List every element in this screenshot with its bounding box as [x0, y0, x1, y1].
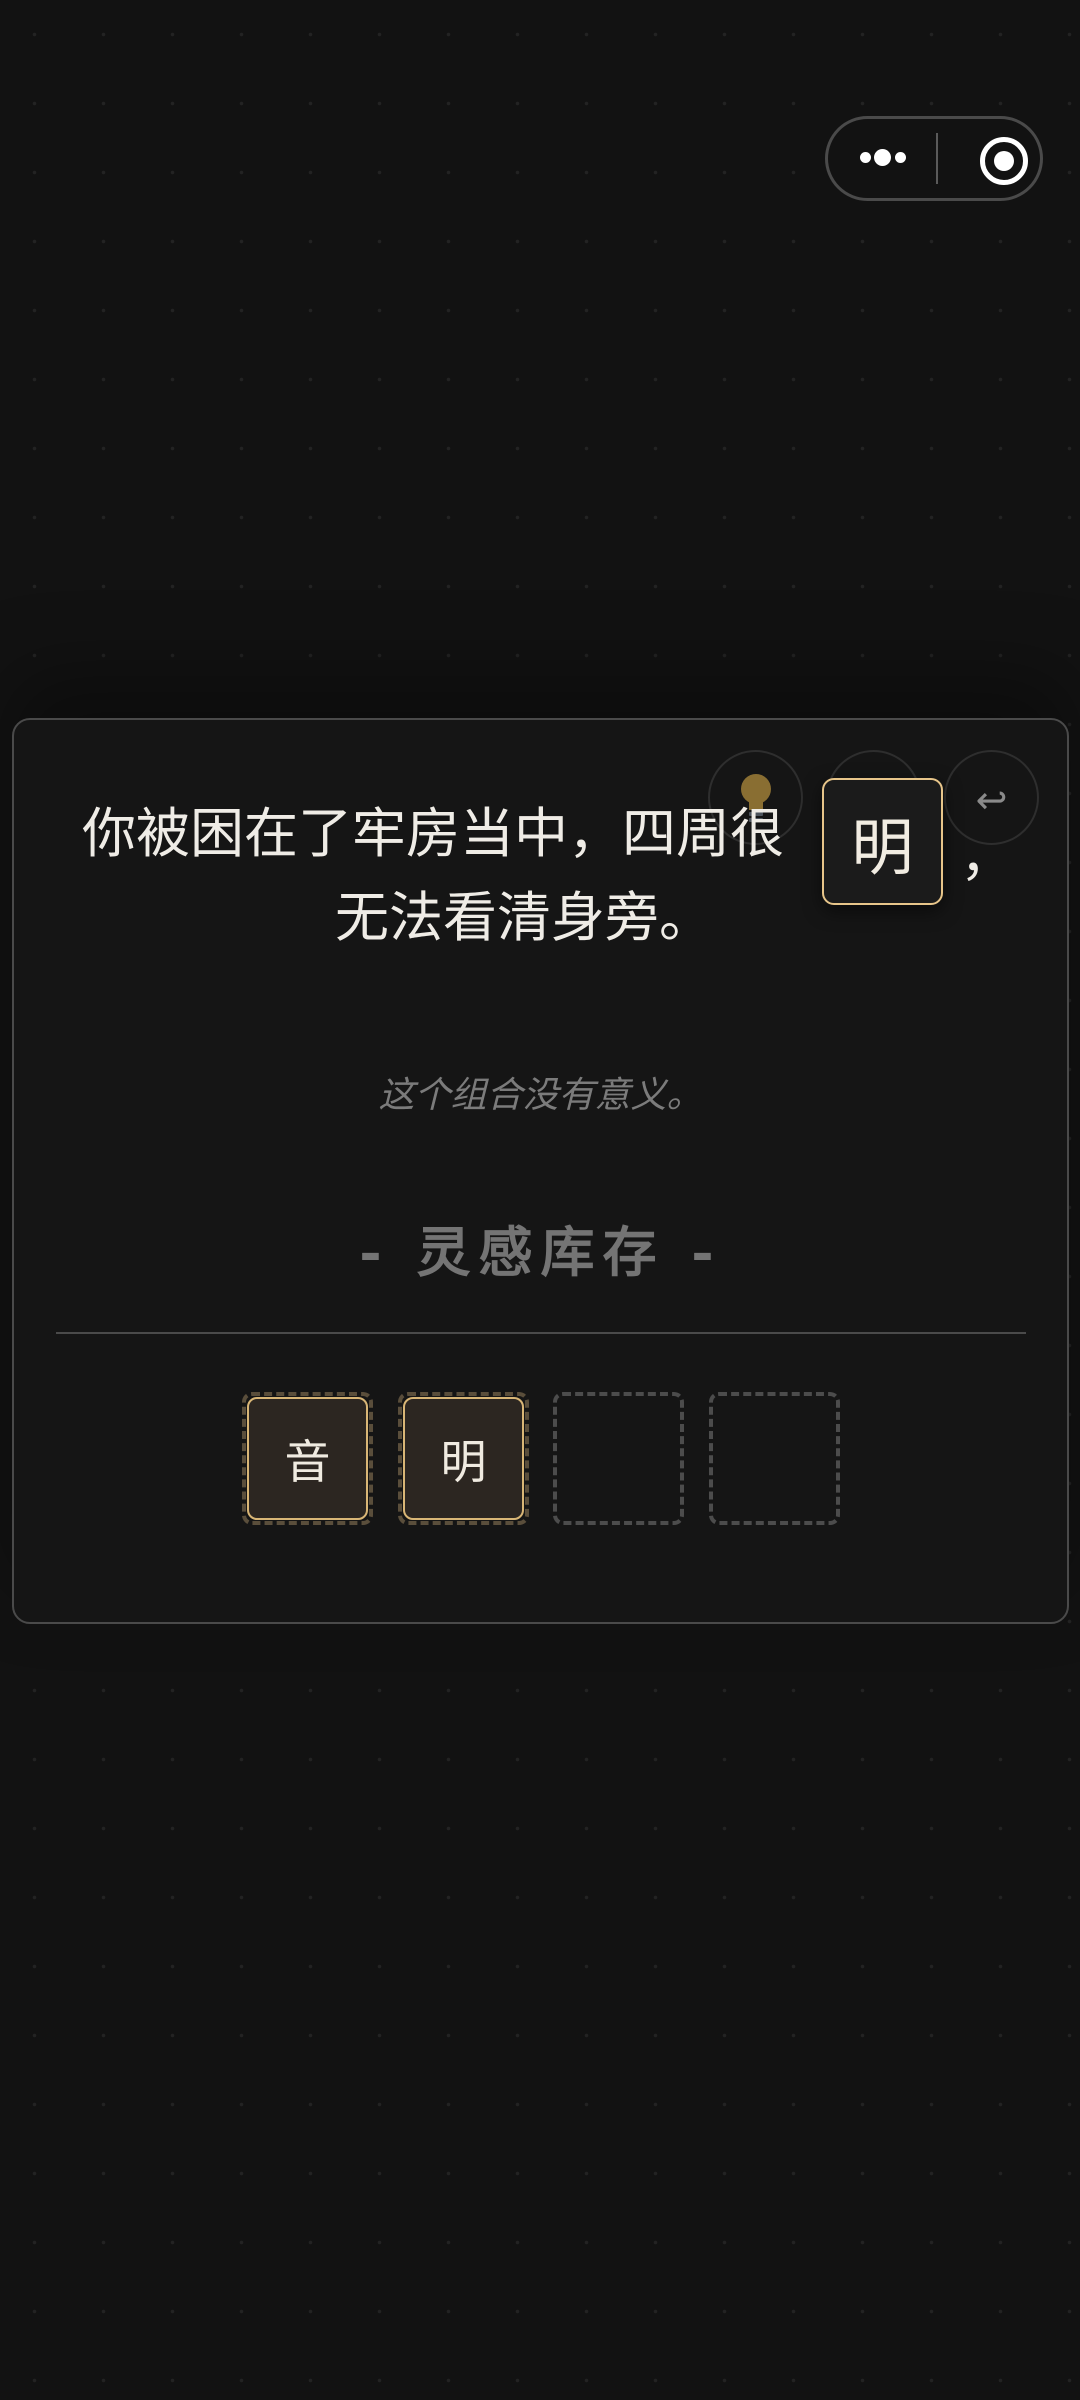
inventory-divider: [56, 1332, 1026, 1334]
inventory-slot-empty[interactable]: [553, 1392, 684, 1525]
inventory-slot[interactable]: 明: [398, 1392, 529, 1525]
dragged-character-tile[interactable]: 明: [822, 778, 943, 905]
puzzle-card: ⚙ ↩ 你被困在了牢房当中，四周很 无法看清身旁。 ， 明 这个组合没有意义。 …: [12, 718, 1069, 1624]
combination-feedback: 这个组合没有意义。: [378, 1075, 703, 1116]
inventory-slot[interactable]: 音: [242, 1392, 373, 1525]
more-dots-icon[interactable]: [828, 119, 936, 198]
dot-left: [860, 152, 871, 163]
close-mini-program-button[interactable]: [938, 119, 1040, 198]
dot-center: [874, 149, 891, 166]
mini-program-capsule: [825, 116, 1043, 201]
character-tile[interactable]: 音: [247, 1397, 368, 1520]
inventory-title: - 灵感库存 -: [359, 1220, 722, 1284]
inventory-slot-empty[interactable]: [709, 1392, 840, 1525]
story-line-1-text: 你被困在了牢房当中，四周很: [82, 802, 784, 865]
story-comma: ，: [960, 825, 1014, 888]
target-circle-icon: [980, 137, 1028, 185]
character-tile[interactable]: 明: [403, 1397, 524, 1520]
dot-right: [895, 152, 906, 163]
